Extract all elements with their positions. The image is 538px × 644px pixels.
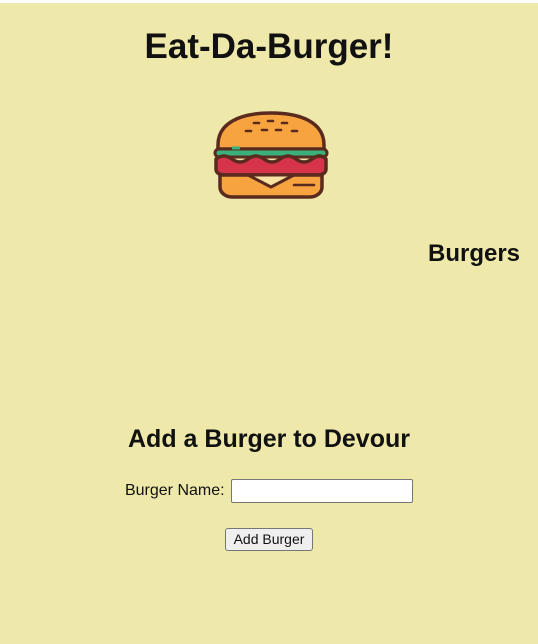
burger-name-input[interactable] (231, 479, 414, 503)
burger-name-label: Burger Name: (124, 482, 225, 499)
burger-icon (210, 109, 332, 201)
add-burger-button[interactable]: Add Burger (224, 528, 314, 551)
page-title: Eat-Da-Burger! (144, 27, 394, 66)
page-background: Eat-Da-Burger! Burgers Add a Burger to D… (0, 3, 538, 644)
add-burger-button-row: Add Burger (0, 528, 538, 551)
add-burger-heading: Add a Burger to Devour (128, 425, 410, 453)
burger-name-row: Burger Name: (0, 478, 538, 504)
burgers-heading: Burgers (428, 240, 521, 267)
